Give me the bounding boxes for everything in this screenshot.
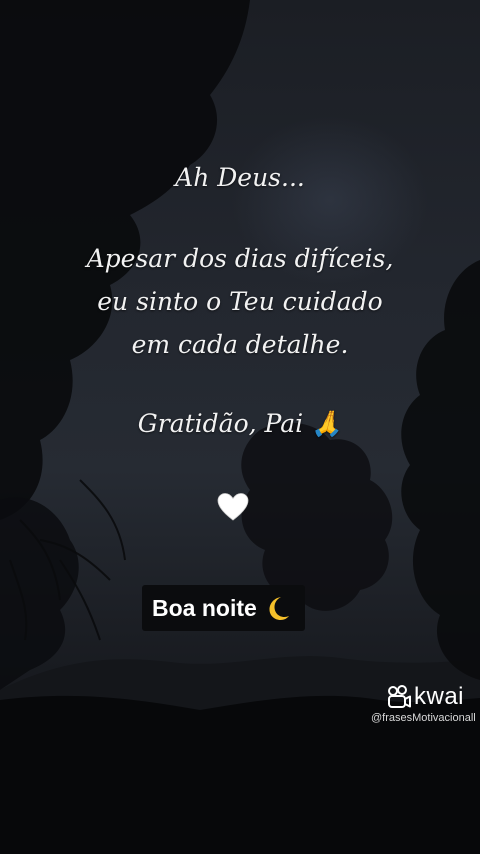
quote-line-3: eu sinto o Teu cuidado	[97, 287, 383, 316]
left-tree-lower	[0, 497, 79, 690]
quote-line-5: Gratidão, Pai 🙏	[137, 409, 343, 438]
quote-line-4: em cada detalhe.	[131, 330, 349, 359]
kwai-camera-icon	[388, 685, 411, 708]
creator-handle: @frasesMotivacionall	[371, 712, 476, 724]
kwai-brand-text: kwai	[414, 683, 465, 710]
white-heart-icon	[217, 493, 249, 521]
kwai-watermark: kwai	[386, 683, 464, 711]
right-tree-canopy	[401, 260, 480, 680]
quote-line-1: Ah Deus...	[175, 163, 305, 192]
quote-line-2: Apesar dos dias difíceis,	[86, 244, 394, 273]
center-tree-canopy	[241, 422, 393, 611]
video-frame: Ah Deus... Apesar dos dias difíceis, eu …	[0, 0, 480, 854]
good-night-badge: Boa noite	[142, 585, 305, 631]
badge-text: Boa noite	[152, 594, 257, 621]
crescent-moon-icon	[269, 597, 289, 620]
